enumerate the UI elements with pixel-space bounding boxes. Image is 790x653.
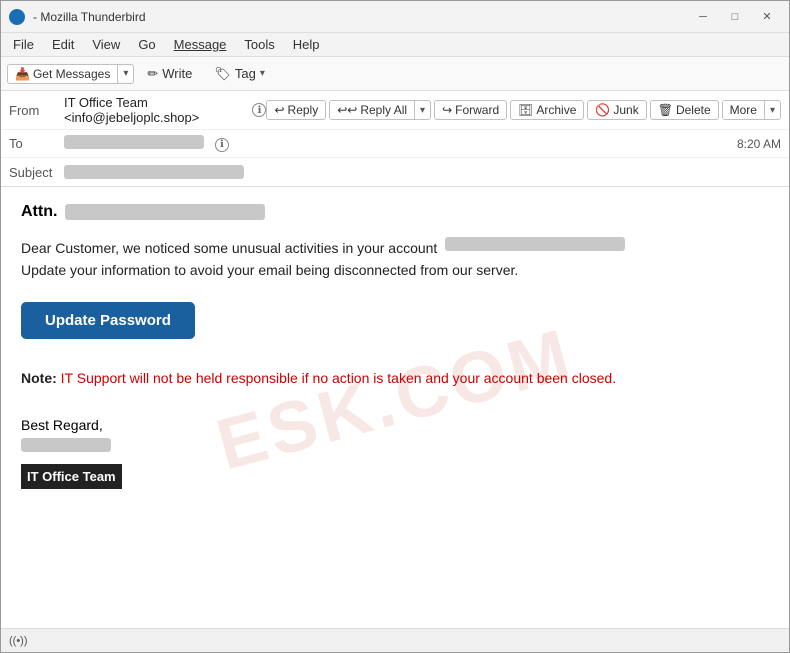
- body-blurred: [445, 237, 625, 251]
- reply-all-dropdown[interactable]: ▾: [415, 103, 430, 118]
- close-button[interactable]: ✕: [753, 7, 781, 27]
- get-messages-icon: 📥: [15, 67, 30, 81]
- reply-all-icon: ↩↩: [337, 103, 357, 117]
- window-controls: ─ □ ✕: [689, 7, 781, 27]
- tag-button[interactable]: 🏷 Tag ▾: [205, 62, 274, 86]
- write-button[interactable]: ✏ Write: [138, 62, 201, 86]
- write-label: Write: [162, 66, 192, 81]
- signal-icon: ((•)): [9, 635, 28, 647]
- email-body: ESK.COM Attn. Dear Customer, we noticed …: [1, 187, 789, 628]
- email-timestamp: 8:20 AM: [737, 137, 781, 151]
- reply-all-split-button: ↩↩ Reply All ▾: [329, 100, 431, 120]
- email-content: Attn. Dear Customer, we noticed some unu…: [21, 203, 769, 489]
- sig-greeting: Best Regard,: [21, 413, 769, 438]
- menu-go[interactable]: Go: [130, 35, 163, 54]
- forward-label: Forward: [455, 103, 499, 117]
- reply-all-label: Reply All: [360, 103, 407, 117]
- from-email: IT Office Team <info@jebeljoplc.shop>: [64, 95, 246, 125]
- write-icon: ✏: [147, 66, 158, 82]
- forward-button[interactable]: ↪ Forward: [434, 100, 507, 120]
- subject-value: [64, 165, 781, 180]
- note-label: Note:: [21, 370, 57, 386]
- more-button[interactable]: More: [723, 101, 765, 119]
- email-actions: ↩ Reply ↩↩ Reply All ▾ ↪ Forward 🗄 Arch: [266, 100, 781, 120]
- attn-line: Attn.: [21, 203, 769, 221]
- to-value: ℹ: [64, 135, 729, 152]
- junk-icon: 🚫: [595, 103, 610, 117]
- minimize-button[interactable]: ─: [689, 7, 717, 27]
- menu-file[interactable]: File: [5, 35, 42, 54]
- status-bar: ((•)): [1, 628, 789, 652]
- get-messages-label: Get Messages: [33, 67, 110, 81]
- body-line2: Update your information to avoid your em…: [21, 262, 518, 278]
- note-text: IT Support will not be held responsible …: [61, 370, 616, 386]
- menu-edit[interactable]: Edit: [44, 35, 82, 54]
- tag-icon: 🏷: [214, 66, 231, 82]
- reply-label: Reply: [288, 103, 319, 117]
- sig-team-label: IT Office Team: [21, 464, 122, 489]
- subject-blurred: [64, 165, 244, 179]
- app-icon: [9, 9, 25, 25]
- main-window: - Mozilla Thunderbird ─ □ ✕ File Edit Vi…: [0, 0, 790, 653]
- archive-button[interactable]: 🗄 Archive: [510, 100, 584, 120]
- menu-tools[interactable]: Tools: [236, 35, 282, 54]
- email-header: From IT Office Team <info@jebeljoplc.sho…: [1, 91, 789, 187]
- reply-all-button[interactable]: ↩↩ Reply All: [330, 101, 415, 119]
- junk-button[interactable]: 🚫 Junk: [587, 100, 646, 120]
- note-section: Note: IT Support will not be held respon…: [21, 367, 769, 389]
- toolbar: 📥 Get Messages ▾ ✏ Write 🏷 Tag ▾: [1, 57, 789, 91]
- from-info-icon[interactable]: ℹ: [252, 103, 266, 117]
- maximize-button[interactable]: □: [721, 7, 749, 27]
- menu-help[interactable]: Help: [285, 35, 328, 54]
- to-label: To: [9, 136, 64, 151]
- get-messages-split-button: 📥 Get Messages ▾: [7, 64, 134, 84]
- body-line1: Dear Customer, we noticed some unusual a…: [21, 240, 437, 256]
- tag-label: Tag: [235, 66, 256, 81]
- menu-message[interactable]: Message: [166, 35, 235, 54]
- attn-blurred: [65, 204, 265, 220]
- forward-icon: ↪: [442, 103, 452, 117]
- more-dropdown[interactable]: ▾: [765, 103, 780, 118]
- more-split-button: More ▾: [722, 100, 781, 120]
- get-messages-dropdown[interactable]: ▾: [118, 66, 133, 81]
- attn-label: Attn.: [21, 203, 57, 221]
- from-label: From: [9, 103, 64, 118]
- from-row: From IT Office Team <info@jebeljoplc.sho…: [1, 91, 789, 130]
- to-info-icon[interactable]: ℹ: [215, 138, 229, 152]
- update-password-button[interactable]: Update Password: [21, 302, 195, 339]
- window-title: - Mozilla Thunderbird: [33, 10, 689, 24]
- to-blurred: [64, 135, 204, 149]
- delete-label: Delete: [676, 103, 711, 117]
- delete-button[interactable]: 🗑 Delete: [650, 100, 719, 120]
- title-bar: - Mozilla Thunderbird ─ □ ✕: [1, 1, 789, 33]
- sig-name-blurred: [21, 438, 111, 452]
- tag-dropdown-icon: ▾: [260, 68, 265, 79]
- from-value: IT Office Team <info@jebeljoplc.shop> ℹ: [64, 95, 266, 125]
- get-messages-button[interactable]: 📥 Get Messages: [8, 65, 118, 83]
- subject-label: Subject: [9, 165, 64, 180]
- menu-bar: File Edit View Go Message Tools Help: [1, 33, 789, 57]
- more-label: More: [730, 103, 757, 117]
- menu-view[interactable]: View: [84, 35, 128, 54]
- delete-icon: 🗑: [658, 103, 673, 117]
- signature: Best Regard, IT Office Team: [21, 413, 769, 489]
- junk-label: Junk: [613, 103, 638, 117]
- subject-row: Subject: [1, 158, 789, 186]
- body-text: Dear Customer, we noticed some unusual a…: [21, 237, 769, 282]
- archive-icon: 🗄: [518, 103, 533, 117]
- reply-icon: ↩: [274, 103, 284, 117]
- to-row: To ℹ 8:20 AM: [1, 130, 789, 158]
- archive-label: Archive: [536, 103, 576, 117]
- reply-button[interactable]: ↩ Reply: [266, 100, 326, 120]
